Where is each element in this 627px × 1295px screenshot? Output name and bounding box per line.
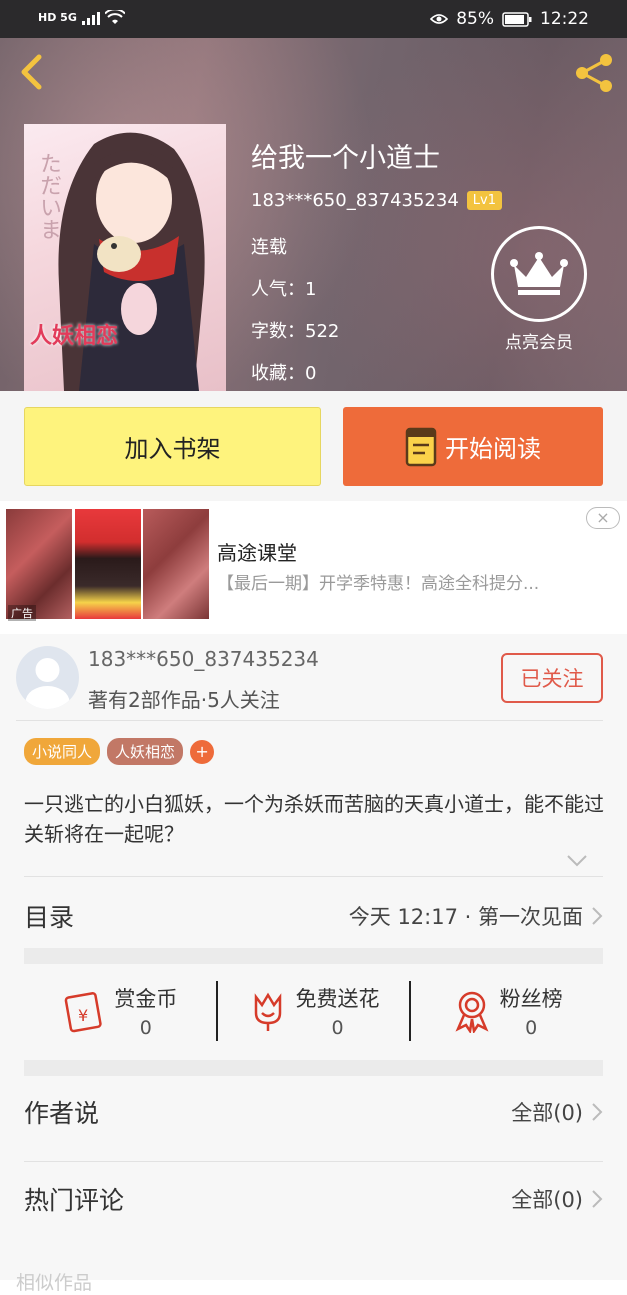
- network-indicators: HD 5G: [38, 10, 125, 25]
- reward-coins-value: 0: [139, 1017, 152, 1039]
- fan-ranking-item[interactable]: 粉丝榜 0: [411, 983, 603, 1039]
- hot-comments-count: 全部(0): [511, 1188, 583, 1212]
- tag-fan-fiction[interactable]: 小说同人: [24, 738, 101, 765]
- chevron-right-icon: [592, 907, 603, 925]
- reward-coins-item[interactable]: ¥ 赏金币 0: [24, 983, 216, 1039]
- catalog-latest: 今天 12:17 · 第一次见面: [349, 901, 603, 931]
- tag-romance[interactable]: 人妖相恋: [107, 738, 184, 765]
- ad-image-2: [75, 509, 141, 619]
- reward-coins-label: 赏金币: [114, 987, 178, 1011]
- divider: [16, 720, 603, 721]
- chevron-right-icon: [592, 1103, 603, 1121]
- signal-icon: [81, 11, 100, 25]
- send-flower-label: 免费送花: [295, 987, 380, 1011]
- chevron-left-icon: [21, 54, 42, 90]
- start-reading-label: 开始阅读: [445, 435, 541, 463]
- flower-icon: [254, 992, 281, 1031]
- vip-circle: [491, 226, 587, 322]
- chevron-right-icon: [592, 1190, 603, 1208]
- start-reading-button[interactable]: 开始阅读: [343, 407, 603, 486]
- medal-icon: [455, 991, 489, 1033]
- back-button[interactable]: [14, 52, 50, 92]
- vip-button[interactable]: 点亮会员: [490, 226, 588, 353]
- fan-ranking-label: 粉丝榜: [499, 987, 563, 1011]
- divider: [24, 876, 603, 877]
- author-says-all: 全部(0): [511, 1097, 603, 1127]
- ad-description: 【最后一期】开学季特惠！高途全科提分...: [217, 574, 540, 594]
- add-to-shelf-button[interactable]: 加入书架: [24, 407, 321, 486]
- ad-close-button[interactable]: ×: [586, 507, 620, 529]
- author-says-row[interactable]: 作者说 全部(0): [24, 1082, 603, 1142]
- ad-image-1: [6, 509, 72, 619]
- author-card-stats: 著有2部作品·5人关注: [88, 688, 280, 712]
- catalog-title: 目录: [24, 903, 75, 932]
- book-title: 给我一个小道士: [251, 143, 440, 174]
- book-icon: [405, 427, 437, 466]
- latest-chapter-text: 今天 12:17 · 第一次见面: [348, 905, 583, 929]
- action-bar: 加入书架 开始阅读: [0, 391, 627, 501]
- hot-comments-all: 全部(0): [511, 1184, 603, 1214]
- expand-chevron-icon[interactable]: [566, 854, 588, 868]
- author-avatar[interactable]: [16, 646, 79, 709]
- send-flower-item[interactable]: 免费送花 0: [218, 983, 410, 1039]
- send-flower-value: 0: [331, 1017, 344, 1039]
- catalog-row[interactable]: 目录 今天 12:17 · 第一次见面: [24, 886, 603, 946]
- status-bar: HD 5G 85% 12:22: [0, 0, 627, 38]
- crown-icon: [510, 252, 568, 295]
- author-line: 183***650_837435234 Lv1: [251, 190, 503, 211]
- ad-tag: 广告: [8, 605, 36, 621]
- author-name[interactable]: 183***650_837435234: [251, 190, 459, 211]
- book-cover[interactable]: ただいま 人妖相恋: [24, 124, 226, 391]
- book-description: 一只逃亡的小白狐妖，一个为杀妖而苦脑的天真小道士，能不能过关斩将在一起呢？: [24, 792, 604, 846]
- hd-badge: HD 5G: [38, 11, 77, 24]
- battery-percent: 85%: [456, 9, 494, 29]
- ad-banner[interactable]: 广告 高途课堂 【最后一期】开学季特惠！高途全科提分... ×: [0, 501, 627, 634]
- follow-button[interactable]: 已关注: [501, 653, 603, 703]
- hot-comments-row[interactable]: 热门评论 全部(0): [24, 1169, 603, 1229]
- level-badge: Lv1: [466, 191, 503, 210]
- word-count: 字数：522: [251, 321, 340, 342]
- book-detail-body: 183***650_837435234 著有2部作品·5人关注 已关注 小说同人…: [0, 634, 627, 1294]
- serial-status: 连载: [251, 237, 287, 258]
- battery-icon: [502, 11, 532, 27]
- author-says-title: 作者说: [24, 1099, 100, 1128]
- book-header: ただいま 人妖相恋 给我一个小道士 183***650_837435234 Lv…: [0, 38, 627, 391]
- add-tag-button[interactable]: +: [190, 739, 215, 764]
- svg-text:¥: ¥: [78, 1006, 88, 1025]
- fan-ranking-value: 0: [525, 1017, 538, 1039]
- divider: [24, 1161, 603, 1162]
- share-button[interactable]: [573, 52, 615, 94]
- tag-list: 小说同人 人妖相恋 +: [24, 738, 215, 765]
- share-icon: [576, 54, 612, 92]
- favorite-count: 收藏：0: [251, 363, 317, 384]
- ad-title: 高途课堂: [217, 541, 297, 565]
- vip-label: 点亮会员: [505, 333, 573, 353]
- red-envelope-icon: ¥: [65, 992, 103, 1033]
- cover-title-text: 人妖相恋: [30, 324, 119, 349]
- similar-works-title: 相似作品: [16, 1272, 93, 1294]
- cover-japanese-text: ただいま: [36, 152, 61, 240]
- support-stats: ¥ 赏金币 0 免费送花 0 粉丝榜 0: [24, 964, 603, 1058]
- add-to-shelf-label: 加入书架: [124, 435, 221, 463]
- author-says-count: 全部(0): [511, 1101, 583, 1125]
- clock: 12:22: [540, 9, 589, 29]
- author-card-name[interactable]: 183***650_837435234: [88, 647, 319, 671]
- section-gap: [24, 948, 603, 964]
- ad-image-3: [143, 509, 209, 619]
- popularity-count: 人气：1: [251, 279, 317, 300]
- system-status: 85% 12:22: [430, 9, 589, 29]
- avatar-placeholder-icon: [25, 658, 70, 709]
- wifi-icon: [104, 10, 125, 24]
- eye-icon: [430, 14, 449, 24]
- hot-comments-title: 热门评论: [24, 1186, 125, 1215]
- section-gap: [24, 1060, 603, 1076]
